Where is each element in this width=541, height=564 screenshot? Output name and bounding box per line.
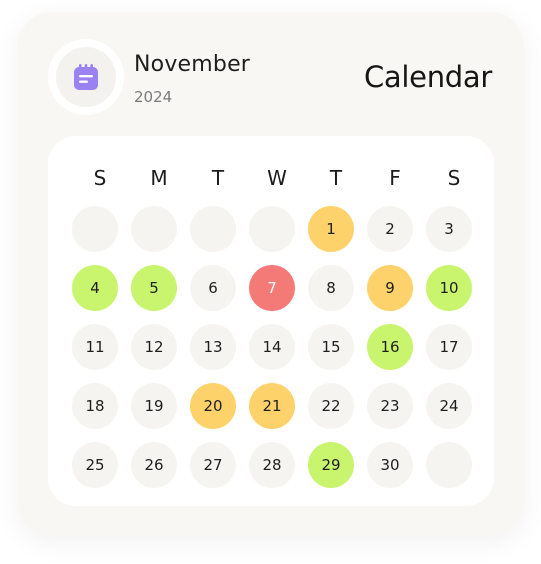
day-cell[interactable]: 12 (131, 324, 177, 370)
month-label: November (134, 52, 251, 77)
empty-day-cell (249, 206, 295, 252)
weekday-label: W (267, 166, 287, 190)
day-cell[interactable]: 4 (72, 265, 118, 311)
day-cell[interactable]: 23 (367, 383, 413, 429)
day-cell[interactable]: 19 (131, 383, 177, 429)
calendar-icon-badge[interactable] (48, 39, 124, 115)
calendar-icon (74, 64, 98, 90)
day-cell[interactable]: 25 (72, 442, 118, 488)
day-cell[interactable]: 7 (249, 265, 295, 311)
day-cell[interactable]: 14 (249, 324, 295, 370)
weekday-label: S (447, 166, 461, 190)
day-cell[interactable]: 26 (131, 442, 177, 488)
day-cell[interactable]: 8 (308, 265, 354, 311)
day-cell[interactable]: 29 (308, 442, 354, 488)
day-cell[interactable]: 5 (131, 265, 177, 311)
weekday-label: T (211, 166, 225, 190)
day-cell[interactable]: 27 (190, 442, 236, 488)
weekday-label: F (389, 166, 401, 190)
day-cell[interactable]: 17 (426, 324, 472, 370)
day-cell[interactable]: 2 (367, 206, 413, 252)
empty-day-cell (426, 442, 472, 488)
weekday-header-row: SMTWTFS (77, 166, 490, 190)
empty-day-cell (131, 206, 177, 252)
weekday-label: T (329, 166, 343, 190)
calendar-card: November 2024 Calendar SMTWTFS 123456789… (18, 12, 524, 536)
year-label: 2024 (134, 88, 173, 106)
day-grid: 1 2 3 4 5 6 7 8 9 10 11 12 13 14 15 16 17 18 19 20 21 22 23 24 2… (72, 206, 472, 488)
day-cell[interactable]: 21 (249, 383, 295, 429)
calendar-title: Calendar (363, 60, 492, 94)
day-cell[interactable]: 22 (308, 383, 354, 429)
day-cell[interactable]: 9 (367, 265, 413, 311)
day-cell[interactable]: 30 (367, 442, 413, 488)
day-cell[interactable]: 10 (426, 265, 472, 311)
month-grid-panel: SMTWTFS 1 2 3 4 5 6 7 8 9 10 11 12 13 14 15 16 17 18 19 20 2… (48, 136, 494, 506)
day-cell[interactable]: 24 (426, 383, 472, 429)
weekday-label: S (93, 166, 107, 190)
day-cell[interactable]: 18 (72, 383, 118, 429)
day-cell[interactable]: 20 (190, 383, 236, 429)
day-cell[interactable]: 11 (72, 324, 118, 370)
empty-day-cell (190, 206, 236, 252)
day-cell[interactable]: 1 (308, 206, 354, 252)
day-cell[interactable]: 16 (367, 324, 413, 370)
empty-day-cell (72, 206, 118, 252)
day-cell[interactable]: 6 (190, 265, 236, 311)
day-cell[interactable]: 3 (426, 206, 472, 252)
day-cell[interactable]: 28 (249, 442, 295, 488)
day-cell[interactable]: 13 (190, 324, 236, 370)
day-cell[interactable]: 15 (308, 324, 354, 370)
weekday-label: M (150, 166, 168, 190)
calendar-icon-background (56, 47, 116, 107)
